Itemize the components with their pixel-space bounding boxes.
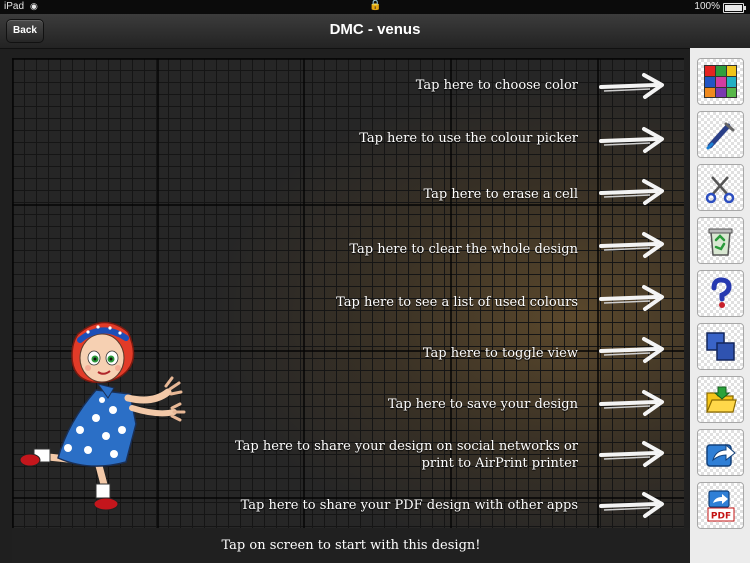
hint-clear-design: Tap here to clear the whole design: [349, 242, 578, 257]
lock-icon: 🔒: [369, 0, 382, 11]
arrow-icon: [599, 73, 664, 99]
share-design-button[interactable]: [697, 429, 744, 476]
arrow-icon: [599, 127, 664, 153]
pdf-label: PDF: [711, 512, 731, 522]
arrow-icon: [599, 232, 664, 258]
choose-color-button[interactable]: [697, 58, 744, 105]
toggle-view-icon: [706, 332, 735, 361]
hint-erase-cell: Tap here to erase a cell: [423, 187, 578, 202]
recycle-bin-icon: [708, 228, 733, 256]
arrow-icon: [599, 179, 664, 205]
colour-picker-button[interactable]: [697, 111, 744, 158]
arrow-icon: [599, 390, 664, 416]
arrow-icon: [599, 492, 664, 518]
colour-picker-icon: [706, 122, 735, 150]
battery-percent: 100%: [694, 1, 720, 12]
battery-icon: [723, 3, 746, 13]
arrow-icon: [599, 441, 664, 467]
girl-mascot-illustration: [19, 321, 186, 511]
used-colours-button[interactable]: [697, 270, 744, 317]
help-question-icon: [711, 277, 732, 308]
page-title: DMC - venus: [329, 21, 421, 38]
erase-cell-button[interactable]: [697, 164, 744, 211]
toggle-view-button[interactable]: [697, 323, 744, 370]
eraser-scissors-icon: [705, 176, 735, 204]
pdf-share-icon: PDF: [707, 490, 735, 522]
start-design-prompt: Tap on screen to start with this design!: [221, 538, 481, 553]
clear-design-button[interactable]: [697, 217, 744, 264]
tool-sidebar: PDF: [690, 48, 750, 563]
color-palette-icon: [704, 65, 737, 98]
device-name: iPad: [4, 1, 25, 12]
save-design-button[interactable]: [697, 376, 744, 423]
arrow-icon: [599, 337, 664, 363]
hint-colour-picker: Tap here to use the colour picker: [359, 131, 578, 146]
footer-bar[interactable]: Tap on screen to start with this design!: [12, 528, 690, 563]
wifi-icon: ◉: [30, 1, 38, 11]
hint-share-pdf: Tap here to share your PDF design with o…: [240, 498, 578, 513]
hint-share-design: Tap here to share your design on social …: [234, 439, 578, 471]
arrow-icon: [599, 285, 664, 311]
save-folder-icon: [706, 386, 737, 413]
navigation-bar: Back DMC - venus: [0, 14, 750, 49]
hint-used-colours: Tap here to see a list of used colours: [336, 295, 578, 310]
hint-toggle-view: Tap here to toggle view: [422, 346, 578, 361]
hint-choose-color: Tap here to choose color: [415, 78, 578, 93]
hint-save-design: Tap here to save your design: [387, 397, 578, 412]
share-icon: [706, 443, 736, 467]
status-bar: iPad ◉ 🔒 100%: [0, 0, 750, 14]
share-pdf-button[interactable]: PDF: [697, 482, 744, 529]
